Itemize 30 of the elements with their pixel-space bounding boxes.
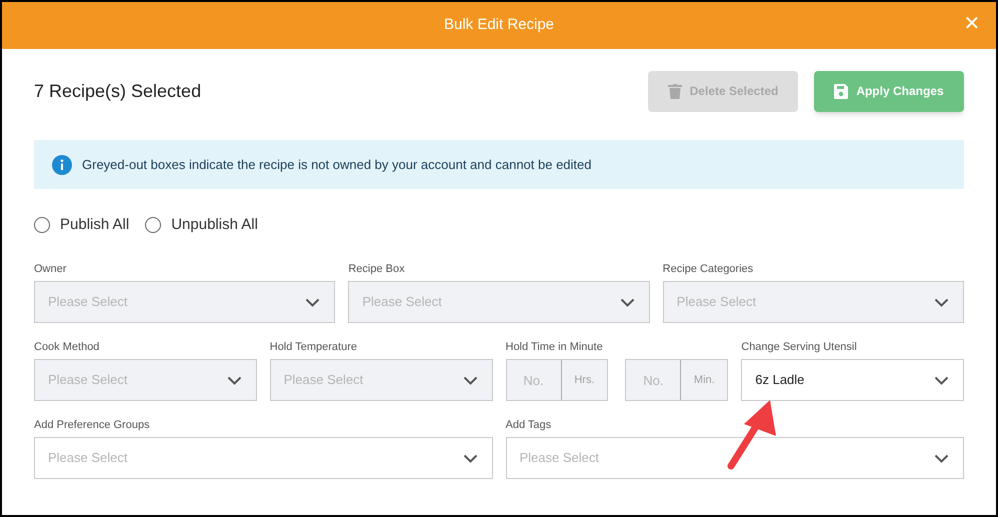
save-icon bbox=[834, 84, 848, 98]
field-label: Hold Temperature bbox=[270, 340, 358, 355]
dropdown[interactable]: 6z Ladle bbox=[741, 359, 964, 401]
chevron-down-icon bbox=[934, 376, 949, 384]
chevron-down-icon bbox=[305, 298, 320, 306]
chevron-down-icon bbox=[226, 376, 242, 384]
field-label: Cook Method bbox=[34, 340, 100, 355]
chevron-down-icon bbox=[462, 376, 478, 384]
dropdown[interactable]: Please Select bbox=[34, 437, 492, 479]
field-label: Add Preference Groups bbox=[34, 418, 151, 433]
selection-count: 7 Recipe(s) Selected bbox=[34, 80, 202, 103]
field-label: Hold Time in Minute bbox=[506, 340, 604, 355]
trash-icon bbox=[668, 84, 682, 98]
close-button[interactable]: ✕ bbox=[960, 12, 984, 36]
field-label: Owner bbox=[34, 262, 68, 277]
window-title: Bulk Edit Recipe bbox=[444, 15, 554, 36]
apply-button[interactable]: Apply Changes bbox=[814, 70, 964, 112]
dropdown[interactable]: Please Select bbox=[506, 437, 964, 479]
radio-option[interactable]: Unpublish All bbox=[145, 214, 258, 236]
field-label: Recipe Categories bbox=[662, 262, 754, 277]
chevron-down-icon bbox=[934, 454, 949, 462]
info-icon bbox=[52, 154, 72, 174]
radio-option[interactable]: Publish All bbox=[34, 214, 130, 236]
chevron-down-icon bbox=[462, 454, 478, 462]
field-label: Change Serving Utensil bbox=[741, 340, 858, 355]
info-message: Greyed-out boxes indicate the recipe is not owned by your account and cannot be edited bbox=[82, 156, 592, 174]
field-label: Recipe Box bbox=[348, 262, 406, 277]
chevron-down-icon bbox=[620, 298, 635, 306]
field-label: Add Tags bbox=[506, 418, 552, 433]
chevron-down-icon bbox=[934, 298, 949, 306]
